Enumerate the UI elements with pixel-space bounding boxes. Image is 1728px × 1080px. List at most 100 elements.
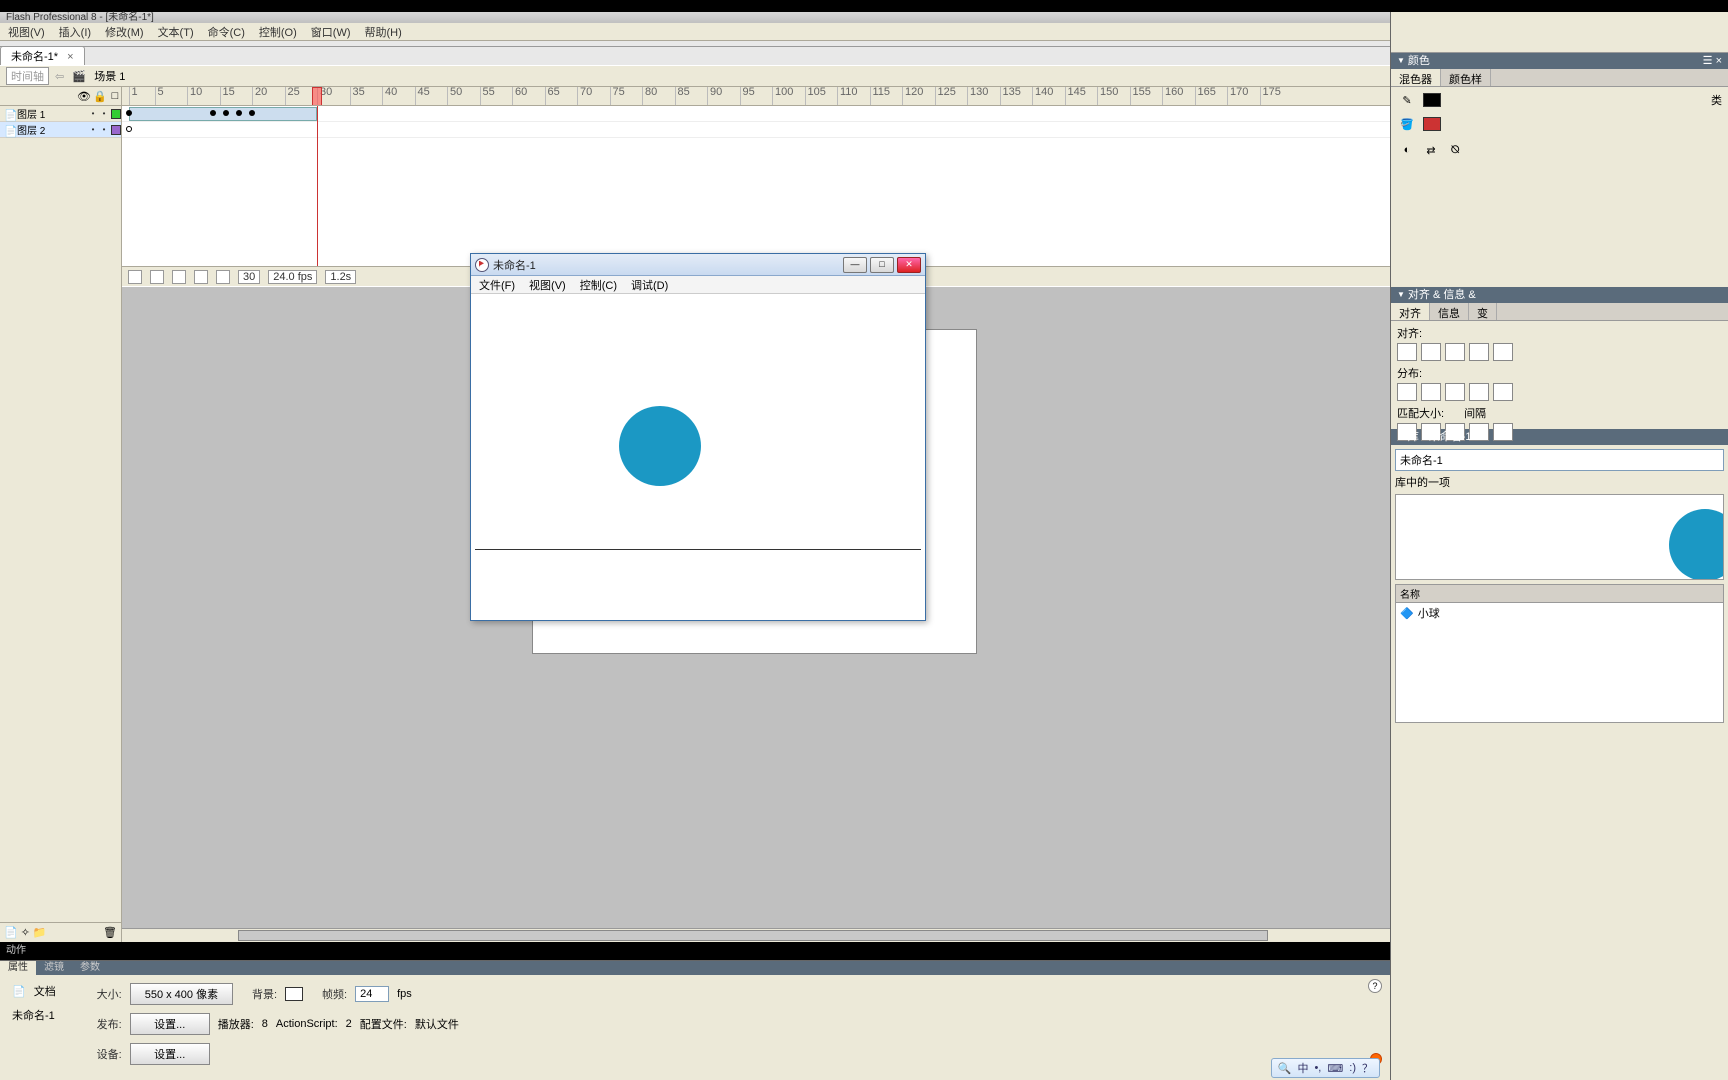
- fill-color-icon[interactable]: 🪣: [1397, 115, 1417, 133]
- align-right-button[interactable]: [1445, 343, 1465, 361]
- preview-menu-control[interactable]: 控制(C): [580, 277, 617, 293]
- layer-name[interactable]: 图层 1: [17, 106, 86, 121]
- dist-top-button[interactable]: [1397, 383, 1417, 401]
- layer-outline-swatch[interactable]: [111, 125, 121, 135]
- keyframe-icon[interactable]: [126, 110, 132, 116]
- actions-panel-header[interactable]: 动作: [0, 942, 1390, 960]
- keyframe-icon[interactable]: [223, 110, 229, 116]
- layer-name[interactable]: 图层 2: [17, 122, 86, 137]
- menu-view[interactable]: 视图(V): [8, 24, 45, 40]
- dist-bottom-button[interactable]: [1445, 383, 1465, 401]
- keyframe-icon[interactable]: [249, 110, 255, 116]
- ime-toolbar[interactable]: 🔍 中 •, ⌨ :) ？: [1271, 1058, 1380, 1078]
- panel-close-icon[interactable]: ☰ ×: [1703, 53, 1722, 69]
- publish-settings-button[interactable]: 设置...: [130, 1013, 210, 1035]
- tab-properties[interactable]: 属性: [0, 961, 36, 975]
- ime-keyboard-icon[interactable]: ⌨: [1327, 1062, 1343, 1075]
- layer-lock-dot[interactable]: •: [100, 109, 108, 118]
- new-layer-icon[interactable]: 📄: [4, 926, 18, 939]
- menu-help[interactable]: 帮助(H): [365, 24, 402, 40]
- delete-layer-icon[interactable]: 🗑: [103, 926, 117, 939]
- nocolor-icon[interactable]: ⦰: [1445, 141, 1465, 159]
- lock-column-icon[interactable]: 🔒: [93, 90, 105, 103]
- space-v-button[interactable]: [1493, 423, 1513, 441]
- noswap-icon[interactable]: ⇄: [1421, 141, 1441, 159]
- test-movie-window[interactable]: 未命名-1 — □ ✕ 文件(F) 视图(V) 控制(C) 调试(D): [470, 253, 926, 621]
- preview-menu-debug[interactable]: 调试(D): [631, 277, 668, 293]
- tab-swatches[interactable]: 颜色样: [1441, 69, 1491, 86]
- preview-maximize-button[interactable]: □: [870, 257, 894, 273]
- playhead-line[interactable]: [317, 106, 318, 266]
- keyframe-icon[interactable]: [236, 110, 242, 116]
- onion-skin-icon[interactable]: [150, 270, 164, 284]
- tab-align[interactable]: 对齐: [1391, 303, 1430, 320]
- stroke-color-icon[interactable]: ✎: [1397, 91, 1417, 109]
- library-column-name[interactable]: 名称: [1395, 584, 1724, 603]
- preview-menubar[interactable]: 文件(F) 视图(V) 控制(C) 调试(D): [471, 276, 925, 294]
- center-frame-icon[interactable]: [128, 270, 142, 284]
- menu-window[interactable]: 窗口(W): [311, 24, 351, 40]
- outline-column-icon[interactable]: □: [109, 90, 121, 102]
- document-tab[interactable]: 未命名-1* ×: [0, 46, 85, 65]
- device-settings-button[interactable]: 设置...: [130, 1043, 210, 1065]
- edit-multi-icon[interactable]: [194, 270, 208, 284]
- menu-insert[interactable]: 插入(I): [59, 24, 91, 40]
- preview-minimize-button[interactable]: —: [843, 257, 867, 273]
- tab-mixer[interactable]: 混色器: [1391, 69, 1441, 86]
- tab-parameters[interactable]: 参数: [72, 961, 108, 975]
- align-left-button[interactable]: [1397, 343, 1417, 361]
- library-panel-title[interactable]: ▼库 - 未命名-1: [1391, 429, 1728, 445]
- layer-lock-dot[interactable]: •: [100, 125, 108, 134]
- stroke-swatch[interactable]: [1423, 93, 1441, 107]
- dist-hcenter-button[interactable]: [1493, 383, 1513, 401]
- ime-help-icon[interactable]: ？: [1362, 1060, 1373, 1076]
- bw-icon[interactable]: ◐: [1397, 141, 1417, 159]
- layer-row[interactable]: 📄 图层 1 • •: [0, 106, 121, 122]
- dist-vcenter-button[interactable]: [1421, 383, 1441, 401]
- align-panel-title[interactable]: ▼对齐 & 信息 &: [1391, 287, 1728, 303]
- layer-eye-dot[interactable]: •: [89, 125, 97, 134]
- dist-left-button[interactable]: [1469, 383, 1489, 401]
- menu-text[interactable]: 文本(T): [158, 24, 194, 40]
- ime-emoji-icon[interactable]: :): [1349, 1062, 1356, 1074]
- preview-menu-file[interactable]: 文件(F): [479, 277, 515, 293]
- tab-transform[interactable]: 变: [1469, 303, 1497, 320]
- tab-filters[interactable]: 滤镜: [36, 961, 72, 975]
- menu-control[interactable]: 控制(O): [259, 24, 297, 40]
- timeline-collapse-icon[interactable]: 时间轴: [6, 67, 49, 85]
- scene-name[interactable]: 场景 1: [94, 68, 125, 84]
- fill-swatch[interactable]: [1423, 117, 1441, 131]
- menu-modify[interactable]: 修改(M): [105, 24, 144, 40]
- color-panel-title[interactable]: ▼颜色☰ ×: [1391, 53, 1728, 69]
- eye-column-icon[interactable]: 👁: [77, 90, 89, 103]
- ime-punct-icon[interactable]: •,: [1314, 1062, 1321, 1074]
- blank-keyframe-icon[interactable]: [126, 126, 132, 132]
- layer-outline-swatch[interactable]: [111, 109, 121, 119]
- ime-search-icon[interactable]: 🔍: [1278, 1062, 1292, 1075]
- layer-row[interactable]: 📄 图层 2 • •: [0, 122, 121, 138]
- modify-onion-icon[interactable]: [216, 270, 230, 284]
- ime-lang-label[interactable]: 中: [1297, 1060, 1308, 1076]
- keyframe-icon[interactable]: [210, 110, 216, 116]
- framerate-input[interactable]: 24: [355, 986, 389, 1002]
- preview-menu-view[interactable]: 视图(V): [529, 277, 566, 293]
- align-vcenter-button[interactable]: [1493, 343, 1513, 361]
- library-doc-combo[interactable]: 未命名-1: [1395, 449, 1724, 471]
- tab-info[interactable]: 信息: [1430, 303, 1469, 320]
- scrollbar-thumb[interactable]: [238, 930, 1268, 941]
- menu-commands[interactable]: 命令(C): [208, 24, 245, 40]
- space-h-button[interactable]: [1469, 423, 1489, 441]
- library-item-list[interactable]: 🔷 小球: [1395, 603, 1724, 723]
- align-top-button[interactable]: [1469, 343, 1489, 361]
- layer-eye-dot[interactable]: •: [89, 109, 97, 118]
- preview-titlebar[interactable]: 未命名-1 — □ ✕: [471, 254, 925, 276]
- preview-close-button[interactable]: ✕: [897, 257, 921, 273]
- help-icon[interactable]: ?: [1368, 979, 1382, 993]
- library-item[interactable]: 🔷 小球: [1396, 603, 1723, 623]
- back-arrow-icon[interactable]: ⇦: [55, 70, 64, 83]
- align-hcenter-button[interactable]: [1421, 343, 1441, 361]
- new-folder-icon[interactable]: 📁: [33, 926, 47, 939]
- onion-outline-icon[interactable]: [172, 270, 186, 284]
- new-guide-layer-icon[interactable]: ✧: [21, 926, 30, 939]
- background-swatch[interactable]: [285, 987, 303, 1001]
